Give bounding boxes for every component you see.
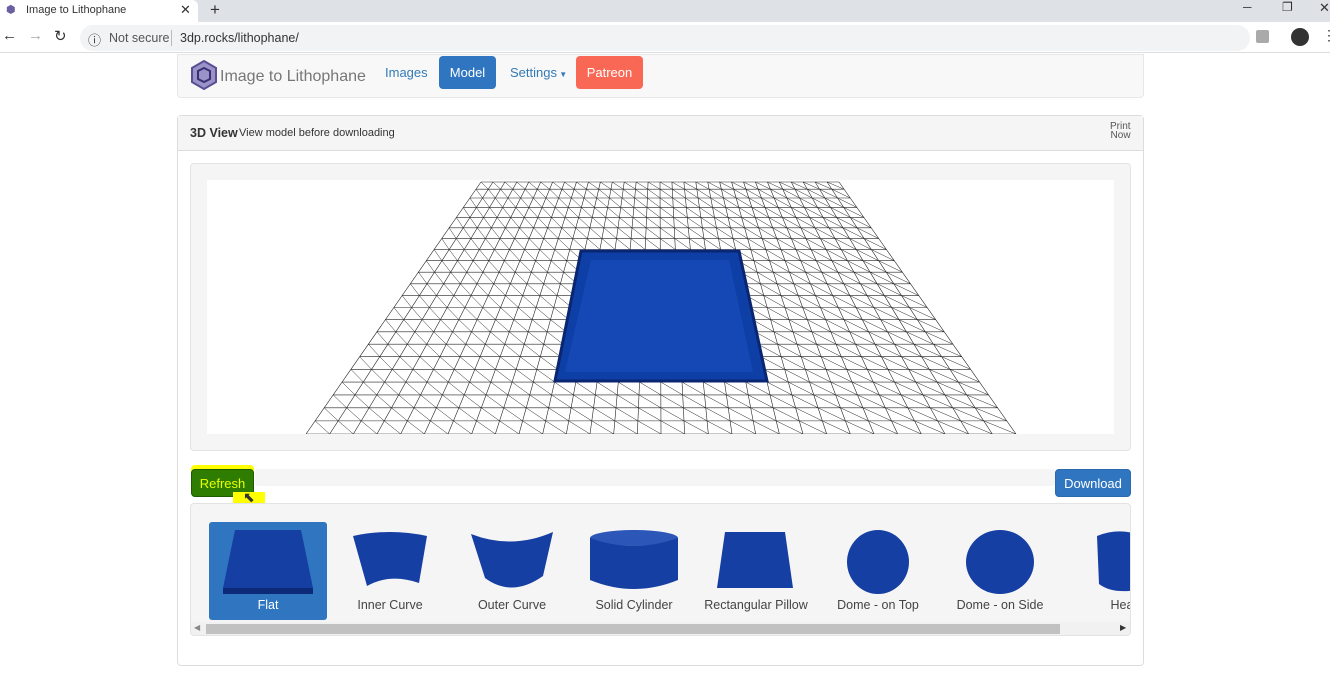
- 3d-view-panel: 3D View View model before downloading Pr…: [177, 115, 1144, 666]
- shape-preview-icon: [717, 532, 793, 588]
- shape-label: Dome - on Top: [837, 598, 919, 612]
- browser-tab[interactable]: ⬢ Image to Lithophane ✕: [0, 0, 198, 22]
- print-now-link[interactable]: Print Now: [1110, 122, 1131, 141]
- shape-option-dome-on-side[interactable]: Dome - on Side: [941, 522, 1059, 620]
- shape-option-solid-cylinder[interactable]: Solid Cylinder: [575, 522, 693, 620]
- shape-option-dome-on-top[interactable]: Dome - on Top: [819, 522, 937, 620]
- scroll-right-icon[interactable]: ▶: [1120, 623, 1126, 632]
- now-label: Now: [1110, 130, 1131, 141]
- profile-avatar[interactable]: [1291, 28, 1309, 46]
- minimize-icon[interactable]: ─: [1243, 0, 1252, 14]
- extension-icon[interactable]: [1256, 30, 1269, 43]
- shape-label: Solid Cylinder: [595, 598, 673, 612]
- shape-option-outer-curve[interactable]: Outer Curve: [453, 522, 571, 620]
- viewer-well: [190, 163, 1131, 451]
- shape-label: Rectangular Pillow: [704, 598, 808, 612]
- download-button[interactable]: Download: [1055, 469, 1131, 497]
- nav-patreon[interactable]: Patreon: [576, 56, 643, 89]
- shape-preview-icon: [966, 530, 1034, 594]
- back-icon[interactable]: ←: [2, 27, 17, 44]
- lithophane-model[interactable]: [553, 249, 769, 383]
- security-label: Not secure: [109, 31, 170, 45]
- divider: [171, 30, 172, 46]
- omnibox[interactable]: ⓘ Not secure 3dp.rocks/lithophane/: [80, 25, 1250, 51]
- shape-selector: ◀ ▶ Flat Inner Curve Outer Curve Solid Cyli…: [190, 503, 1131, 636]
- shape-label: Inner Curve: [357, 598, 423, 612]
- shape-preview-icon: [471, 532, 553, 588]
- shape-option-rectangular-pillow[interactable]: Rectangular Pillow: [697, 522, 815, 620]
- close-tab-icon[interactable]: ✕: [180, 2, 191, 18]
- shape-label: Outer Curve: [477, 598, 547, 612]
- nav-settings[interactable]: Settings ▼: [510, 65, 567, 80]
- progress-bar: [255, 469, 1055, 486]
- settings-label: Settings: [510, 65, 557, 80]
- shape-option-inner-curve[interactable]: Inner Curve: [331, 522, 449, 620]
- close-window-icon[interactable]: ✕: [1319, 0, 1330, 16]
- shape-label: Dome - on Side: [956, 598, 1044, 612]
- shape-preview-icon: [353, 532, 427, 586]
- favicon-icon: ⬢: [6, 4, 16, 16]
- tab-strip: ⬢ Image to Lithophane ✕ + ─ ❐ ✕: [0, 0, 1330, 22]
- shape-preview-icon: [1097, 531, 1130, 592]
- tab-title: Image to Lithophane: [26, 4, 127, 16]
- brand[interactable]: Image to Lithophane: [220, 68, 366, 86]
- horizontal-scrollbar[interactable]: ◀ ▶: [191, 622, 1130, 635]
- panel-title: 3D View: [190, 126, 238, 140]
- shape-preview-icon: [590, 530, 678, 589]
- scrollbar-thumb[interactable]: [206, 624, 1060, 634]
- forward-icon[interactable]: →: [28, 27, 43, 44]
- 3d-canvas[interactable]: [207, 180, 1114, 434]
- new-tab-icon[interactable]: +: [210, 0, 220, 20]
- shape-label: Hea: [1110, 598, 1130, 612]
- nav-model[interactable]: Model: [439, 56, 496, 89]
- panel-header: 3D View View model before downloading Pr…: [178, 116, 1143, 151]
- info-icon: ⓘ: [88, 33, 102, 48]
- panel-subtitle: View model before downloading: [239, 127, 395, 139]
- restore-icon[interactable]: ❐: [1282, 0, 1293, 14]
- reload-icon[interactable]: ↻: [54, 27, 67, 45]
- shape-option-flat[interactable]: Flat: [209, 522, 327, 620]
- logo-icon: [191, 60, 217, 90]
- shape-preview-icon: [847, 530, 909, 594]
- navbar: Image to Lithophane Images Model Setting…: [177, 54, 1144, 98]
- url-text[interactable]: 3dp.rocks/lithophane/: [180, 31, 299, 45]
- shape-label: Flat: [257, 598, 279, 612]
- menu-icon[interactable]: ⋮: [1322, 27, 1330, 44]
- shape-preview-icon: [223, 530, 313, 594]
- caret-down-icon: ▼: [556, 70, 568, 79]
- scroll-left-icon[interactable]: ◀: [194, 623, 200, 632]
- nav-images[interactable]: Images: [385, 65, 428, 80]
- shape-option-hea[interactable]: Hea: [1063, 522, 1130, 620]
